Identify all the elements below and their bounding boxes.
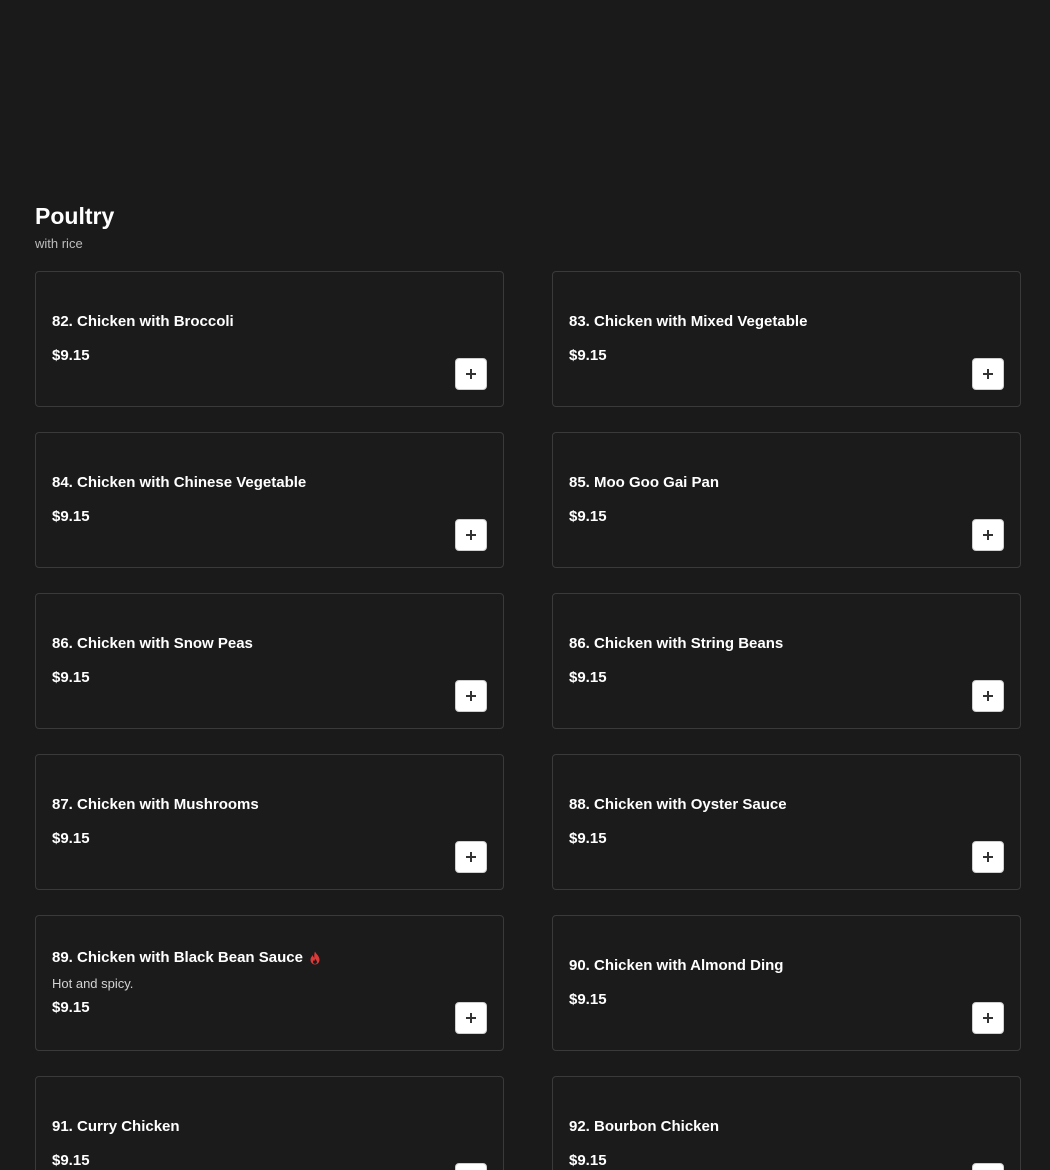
menu-item-card[interactable]: 88. Chicken with Oyster Sauce $9.15 <box>552 754 1021 890</box>
menu-item-price: $9.15 <box>52 999 90 1016</box>
menu-item-card[interactable]: 90. Chicken with Almond Ding $9.15 <box>552 915 1021 1051</box>
menu-item-name-text: 90. Chicken with Almond Ding <box>569 957 784 974</box>
section-subtitle: with rice <box>35 236 83 251</box>
plus-icon <box>466 852 476 862</box>
menu-item-name: 87. Chicken with Mushrooms <box>52 795 487 815</box>
menu-item-price: $9.15 <box>52 669 90 686</box>
menu-item-card[interactable]: 89. Chicken with Black Bean Sauce Hot and… <box>35 915 504 1051</box>
add-to-cart-button[interactable] <box>455 1163 487 1170</box>
menu-item-card[interactable]: 91. Curry Chicken $9.15 <box>35 1076 504 1170</box>
menu-item-name: 89. Chicken with Black Bean Sauce <box>52 948 487 968</box>
menu-item-name-text: 86. Chicken with String Beans <box>569 635 784 652</box>
add-to-cart-button[interactable] <box>972 1002 1004 1034</box>
add-to-cart-button[interactable] <box>455 680 487 712</box>
menu-item-price: $9.15 <box>569 830 607 847</box>
menu-item-name-text: 86. Chicken with Snow Peas <box>52 635 253 652</box>
add-to-cart-button[interactable] <box>972 1163 1004 1170</box>
menu-item-name-text: 89. Chicken with Black Bean Sauce <box>52 949 303 966</box>
plus-icon <box>983 530 993 540</box>
menu-item-name-text: 84. Chicken with Chinese Vegetable <box>52 474 307 491</box>
plus-icon <box>983 852 993 862</box>
plus-icon <box>466 691 476 701</box>
add-to-cart-button[interactable] <box>972 680 1004 712</box>
menu-item-name-text: 83. Chicken with Mixed Vegetable <box>569 313 808 330</box>
plus-icon <box>466 530 476 540</box>
menu-item-name: 91. Curry Chicken <box>52 1117 487 1137</box>
plus-icon <box>983 691 993 701</box>
menu-page: Poultry with rice 82. Chicken with Brocc… <box>0 0 1050 1170</box>
menu-item-name-text: 92. Bourbon Chicken <box>569 1118 720 1135</box>
menu-item-name-text: 88. Chicken with Oyster Sauce <box>569 796 787 813</box>
flame-icon <box>309 951 321 965</box>
menu-item-name: 86. Chicken with Snow Peas <box>52 634 487 654</box>
add-to-cart-button[interactable] <box>972 841 1004 873</box>
menu-item-price: $9.15 <box>569 669 607 686</box>
menu-item-name: 84. Chicken with Chinese Vegetable <box>52 473 487 493</box>
menu-item-name-text: 91. Curry Chicken <box>52 1118 180 1135</box>
menu-item-name-text: 82. Chicken with Broccoli <box>52 313 234 330</box>
menu-item-price: $9.15 <box>52 830 90 847</box>
add-to-cart-button[interactable] <box>455 358 487 390</box>
section-header: Poultry with rice <box>35 200 114 252</box>
menu-item-card[interactable]: 83. Chicken with Mixed Vegetable $9.15 <box>552 271 1021 407</box>
menu-item-card[interactable]: 82. Chicken with Broccoli $9.15 <box>35 271 504 407</box>
add-to-cart-button[interactable] <box>455 1002 487 1034</box>
menu-item-price: $9.15 <box>569 991 607 1008</box>
plus-icon <box>466 1013 476 1023</box>
plus-icon <box>983 369 993 379</box>
menu-item-name-text: 85. Moo Goo Gai Pan <box>569 474 720 491</box>
menu-item-name-text: 87. Chicken with Mushrooms <box>52 796 259 813</box>
menu-item-price: $9.15 <box>569 1152 607 1169</box>
menu-item-card[interactable]: 84. Chicken with Chinese Vegetable $9.15 <box>35 432 504 568</box>
menu-item-price: $9.15 <box>569 508 607 525</box>
menu-item-card[interactable]: 86. Chicken with Snow Peas $9.15 <box>35 593 504 729</box>
menu-item-price: $9.15 <box>52 347 90 364</box>
add-to-cart-button[interactable] <box>455 841 487 873</box>
menu-item-description: Hot and spicy. <box>52 976 134 991</box>
menu-item-name: 82. Chicken with Broccoli <box>52 312 487 332</box>
menu-item-card[interactable]: 85. Moo Goo Gai Pan $9.15 <box>552 432 1021 568</box>
plus-icon <box>983 1013 993 1023</box>
menu-item-price: $9.15 <box>569 347 607 364</box>
menu-item-name: 86. Chicken with String Beans <box>569 634 1004 654</box>
menu-item-name: 83. Chicken with Mixed Vegetable <box>569 312 1004 332</box>
menu-item-card[interactable]: 86. Chicken with String Beans $9.15 <box>552 593 1021 729</box>
add-to-cart-button[interactable] <box>455 519 487 551</box>
add-to-cart-button[interactable] <box>972 519 1004 551</box>
add-to-cart-button[interactable] <box>972 358 1004 390</box>
menu-item-card[interactable]: 87. Chicken with Mushrooms $9.15 <box>35 754 504 890</box>
menu-item-name: 90. Chicken with Almond Ding <box>569 956 1004 976</box>
menu-item-grid: 82. Chicken with Broccoli $9.15 83. Chicke… <box>35 271 1021 1170</box>
menu-item-card[interactable]: 92. Bourbon Chicken $9.15 <box>552 1076 1021 1170</box>
section-title: Poultry <box>35 203 115 229</box>
plus-icon <box>466 369 476 379</box>
menu-item-name: 88. Chicken with Oyster Sauce <box>569 795 1004 815</box>
menu-item-name: 85. Moo Goo Gai Pan <box>569 473 1004 493</box>
menu-item-price: $9.15 <box>52 1152 90 1169</box>
menu-item-name: 92. Bourbon Chicken <box>569 1117 1004 1137</box>
menu-item-price: $9.15 <box>52 508 90 525</box>
